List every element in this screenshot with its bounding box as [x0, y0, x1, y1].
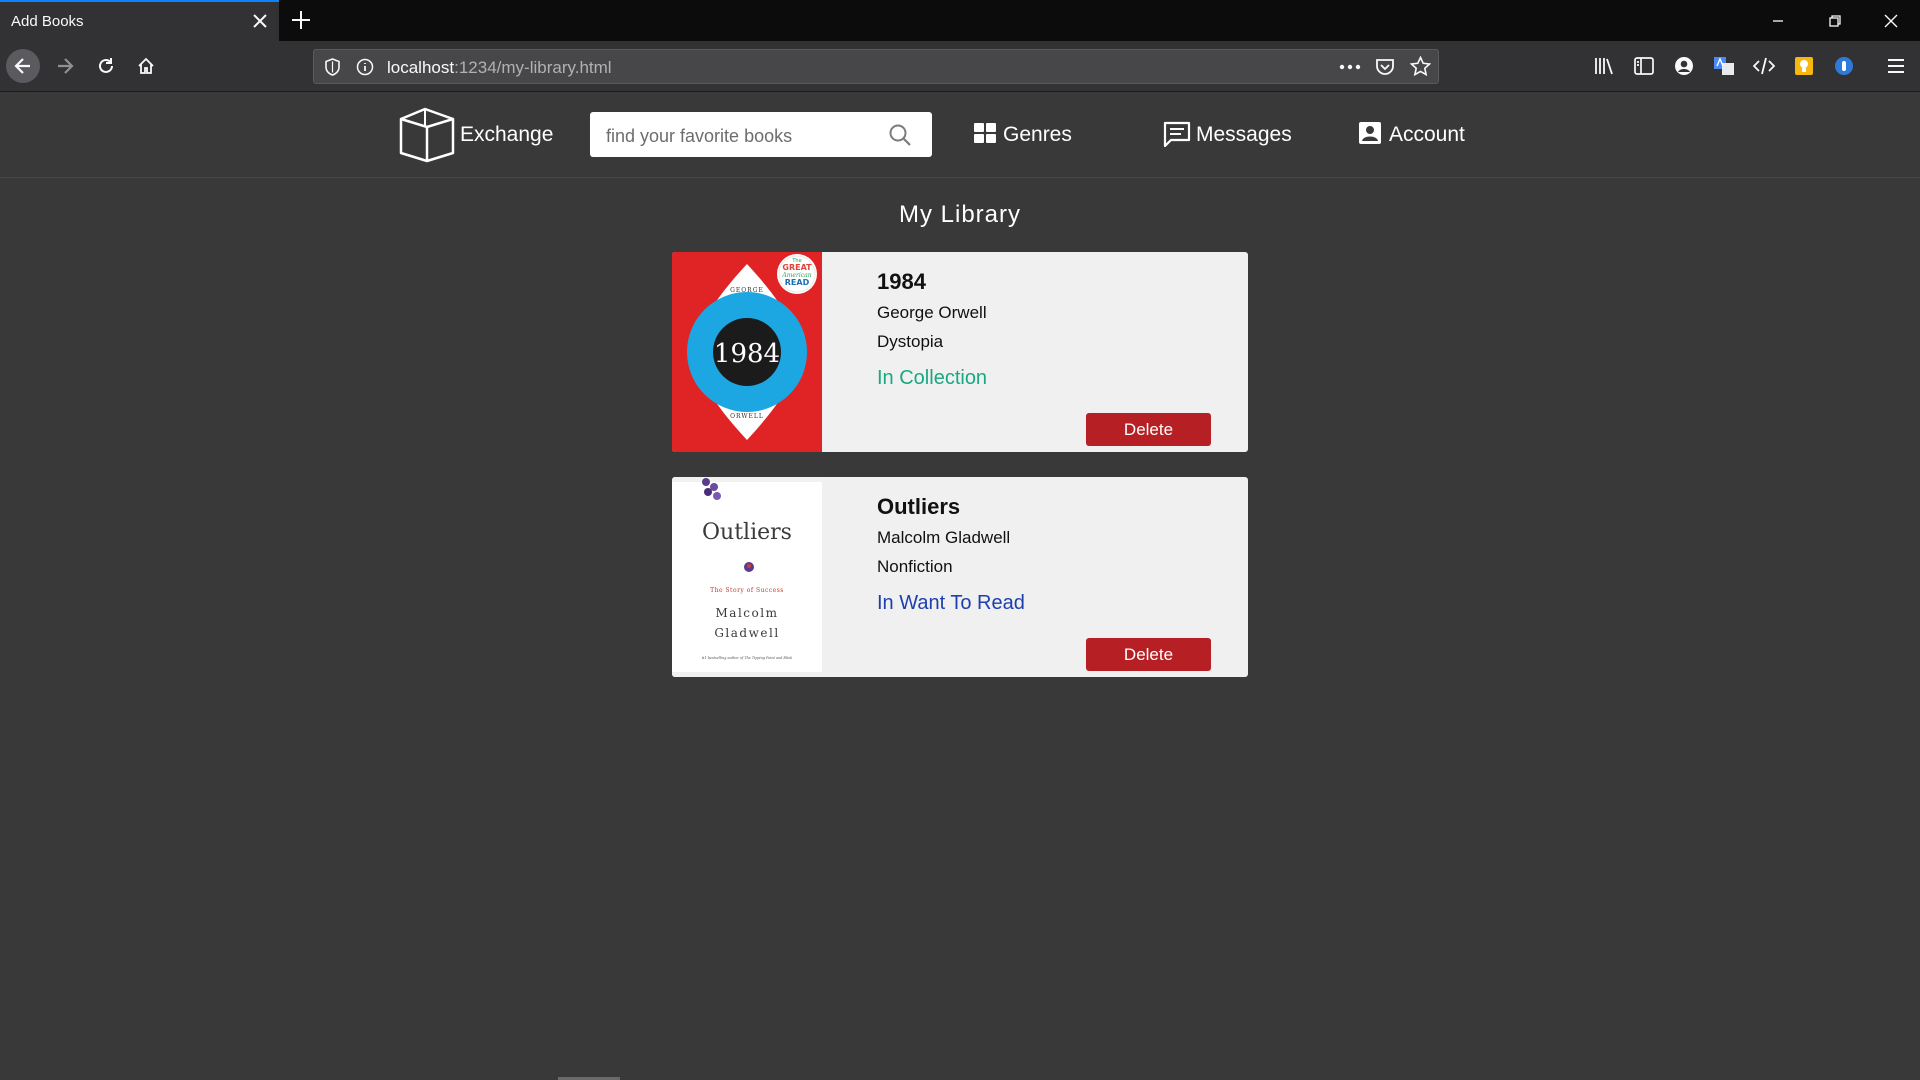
reload-button[interactable] [89, 49, 123, 83]
account-icon [1359, 122, 1381, 144]
forward-button[interactable] [48, 49, 82, 83]
search-input[interactable] [604, 124, 878, 148]
bookmark-star-icon[interactable] [1410, 56, 1431, 77]
sidebar-icon[interactable] [1633, 55, 1655, 77]
delete-button[interactable]: Delete [1086, 413, 1211, 446]
grid-icon [974, 123, 996, 143]
shield-icon[interactable] [324, 58, 341, 76]
cover-author: Malcolm [716, 606, 779, 620]
open-book-logo-icon[interactable] [397, 105, 457, 165]
cover-tagline: #1 bestselling author of The Tipping Poi… [702, 656, 793, 660]
tab-title: Add Books [11, 13, 84, 30]
browser-toolbar: localhost:1234/my-library.html [0, 41, 1920, 92]
book-genre: Nonfiction [877, 557, 953, 576]
cover-author: Gladwell [714, 626, 779, 640]
book-author: Malcolm Gladwell [877, 528, 1011, 547]
home-icon [138, 57, 154, 74]
lightbulb-extension-icon[interactable] [1793, 55, 1815, 77]
back-arrow-icon [14, 58, 30, 74]
book-genre: Dystopia [877, 332, 944, 351]
cover-bottom-text: ORWELL [730, 413, 764, 420]
translate-icon[interactable] [1713, 55, 1735, 77]
new-tab-icon[interactable] [290, 9, 312, 31]
code-icon[interactable] [1753, 55, 1775, 77]
close-window-icon[interactable] [1881, 11, 1901, 31]
site-info-icon[interactable] [356, 58, 374, 76]
url-bar[interactable]: localhost:1234/my-library.html [313, 49, 1439, 84]
more-actions-icon[interactable] [1339, 63, 1361, 71]
cover-subtitle: The Story of Success [710, 587, 784, 594]
reload-icon [99, 58, 113, 73]
site-header: Exchange Genres Messages Account [0, 92, 1920, 178]
nav-messages-label: Messages [1196, 123, 1292, 146]
book-cover-image[interactable]: 1984 GEORGE ORWELL The GREAT American RE… [672, 252, 822, 452]
minimize-icon[interactable] [1768, 11, 1788, 31]
library-icon[interactable] [1593, 55, 1615, 77]
close-tab-icon[interactable] [251, 12, 269, 30]
book-title[interactable]: 1984 [877, 269, 926, 295]
cover-title: Outliers [702, 520, 792, 545]
nav-account-label: Account [1389, 123, 1465, 146]
cover-top-text: GEORGE [730, 287, 764, 294]
badge-text: GREAT [782, 263, 812, 272]
message-icon [1163, 121, 1191, 147]
book-card: Outliers The Story of Success Malcolm Gl… [672, 477, 1248, 677]
url-text: localhost:1234/my-library.html [387, 58, 612, 78]
book-card: 1984 GEORGE ORWELL The GREAT American RE… [672, 252, 1248, 452]
forward-arrow-icon [58, 58, 74, 74]
book-cover-image[interactable]: Outliers The Story of Success Malcolm Gl… [672, 477, 822, 677]
password-manager-icon[interactable] [1833, 55, 1855, 77]
page-title: My Library [898, 201, 1022, 228]
brand-name[interactable]: Exchange [460, 123, 553, 147]
browser-tab-bar: Add Books [0, 0, 1920, 41]
cover-title: 1984 [714, 339, 780, 369]
book-status: In Collection [877, 367, 988, 389]
profile-icon[interactable] [1673, 55, 1695, 77]
book-author: George Orwell [877, 303, 987, 322]
url-host: localhost [387, 58, 455, 77]
restore-icon[interactable] [1825, 11, 1845, 31]
hamburger-menu-icon[interactable] [1885, 55, 1907, 77]
pocket-icon[interactable] [1375, 57, 1395, 77]
book-status: In Want To Read [877, 592, 1025, 614]
book-title[interactable]: Outliers [877, 494, 960, 520]
browser-tab[interactable]: Add Books [0, 0, 279, 41]
back-button[interactable] [6, 49, 40, 83]
url-path: :1234/my-library.html [454, 58, 612, 77]
delete-button[interactable]: Delete [1086, 638, 1211, 671]
nav-genres-label: Genres [1003, 123, 1072, 146]
search-icon[interactable] [888, 123, 912, 147]
search-box[interactable] [590, 112, 932, 157]
badge-text: READ [785, 278, 810, 287]
home-button[interactable] [129, 49, 163, 83]
